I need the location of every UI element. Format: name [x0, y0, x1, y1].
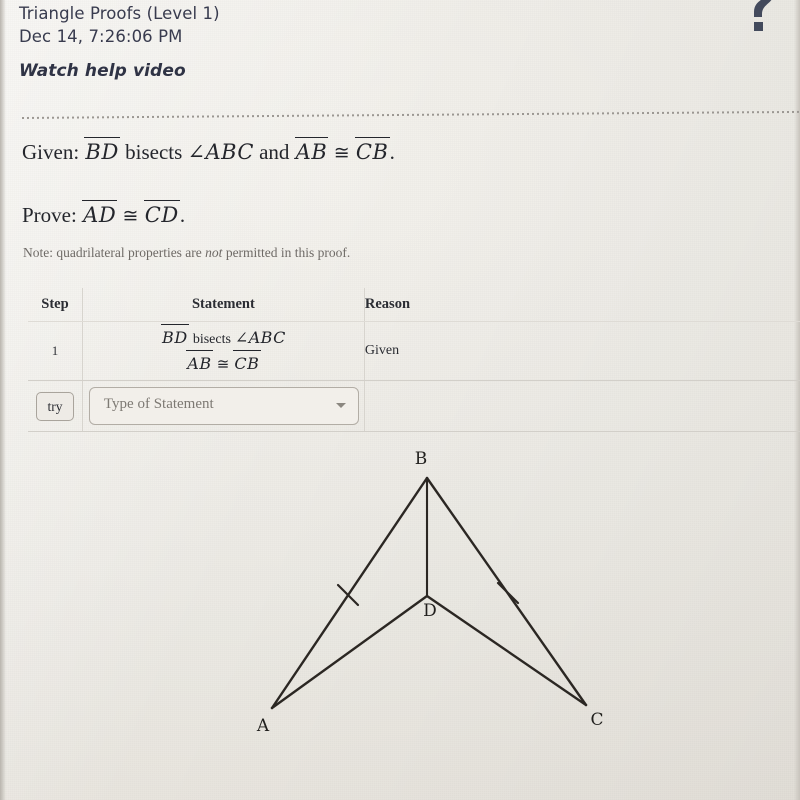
- diagram-segments: [270, 476, 588, 710]
- step-number: 1: [28, 321, 83, 381]
- given-and-word: and: [259, 140, 290, 164]
- statement-segment-bd: BD: [161, 323, 189, 350]
- vertex-label-d: D: [423, 601, 437, 621]
- column-header-reason: Reason: [364, 288, 800, 322]
- given-period: .: [389, 140, 395, 164]
- statement-select-cell: Type of Statement: [82, 380, 365, 432]
- header-block: Triangle Proofs (Level 1) Dec 14, 7:26:0…: [19, 3, 220, 84]
- try-button[interactable]: try: [35, 391, 74, 421]
- type-of-statement-select[interactable]: Type of Statement: [88, 387, 359, 425]
- table-row: 1 BD bisects ∠ABC AB ≅ CB Given: [28, 321, 800, 381]
- note-suffix: permitted in this proof.: [222, 245, 351, 260]
- given-statement: Given: BD bisects ∠ABC and AB ≅ CB.: [22, 137, 395, 165]
- prove-period: .: [179, 203, 186, 227]
- statement-angle-abc: ∠ABC: [234, 327, 286, 347]
- watch-help-video-link[interactable]: Watch help video: [19, 58, 220, 84]
- statement-segment-ab: AB: [186, 349, 213, 376]
- statement-cell: BD bisects ∠ABC AB ≅ CB: [82, 321, 365, 381]
- segment-dc: [425, 594, 588, 707]
- table-header-row: Step Statement Reason: [28, 288, 800, 322]
- statement-congruent-symbol: ≅: [216, 354, 230, 373]
- note-prefix: Note: quadrilateral properties are: [23, 245, 206, 260]
- page-title: Triangle Proofs (Level 1): [19, 4, 220, 23]
- question-mark-icon[interactable]: [738, 0, 782, 32]
- statement-line-1: BD bisects ∠ABC: [83, 323, 364, 352]
- given-congruent-symbol: ≅: [333, 142, 350, 164]
- timestamp: Dec 14, 7:26:06 PM: [19, 27, 183, 46]
- statement-line-2: AB ≅ CB: [83, 349, 364, 377]
- statement-segment-cb: CB: [233, 349, 261, 376]
- table-entry-row: try Type of Statement: [28, 380, 800, 432]
- proof-table: Step Statement Reason 1 BD bisects ∠ABC …: [28, 288, 800, 432]
- note-emphasis: not: [205, 245, 223, 260]
- given-angle-abc: ∠ABC: [187, 140, 254, 164]
- given-segment-cb: CB: [354, 137, 390, 164]
- try-button-cell: try: [28, 380, 83, 432]
- segment-ab: [270, 476, 429, 710]
- geometry-diagram: B D A C: [256, 450, 604, 736]
- given-segment-bd: BD: [84, 137, 121, 164]
- given-label: Given:: [22, 140, 80, 164]
- column-header-statement: Statement: [82, 288, 365, 322]
- prove-congruent-symbol: ≅: [122, 205, 139, 227]
- tick-mark-ab: [336, 583, 360, 607]
- prove-segment-cd: CD: [143, 200, 180, 227]
- segment-ad: [270, 594, 429, 710]
- reason-entry-cell: [364, 380, 800, 432]
- diagram-labels: B D A C: [256, 450, 604, 736]
- tick-mark-cb: [496, 581, 520, 605]
- proof-note: Note: quadrilateral properties are not p…: [23, 245, 350, 261]
- chevron-down-icon: [335, 403, 346, 408]
- vertex-label-c: C: [590, 710, 603, 730]
- reason-cell: Given: [364, 321, 800, 381]
- prove-statement: Prove: AD ≅ CD.: [22, 200, 186, 228]
- statement-bisects-word: bisects: [192, 331, 231, 347]
- prove-segment-ad: AD: [82, 200, 118, 227]
- vertex-label-b: B: [415, 450, 428, 469]
- prove-label: Prove:: [22, 203, 77, 227]
- given-segment-ab: AB: [294, 137, 329, 164]
- given-bisects-word: bisects: [125, 140, 183, 164]
- select-placeholder-text: Type of Statement: [103, 396, 214, 412]
- column-header-step: Step: [28, 288, 83, 322]
- vertex-label-a: A: [256, 716, 270, 736]
